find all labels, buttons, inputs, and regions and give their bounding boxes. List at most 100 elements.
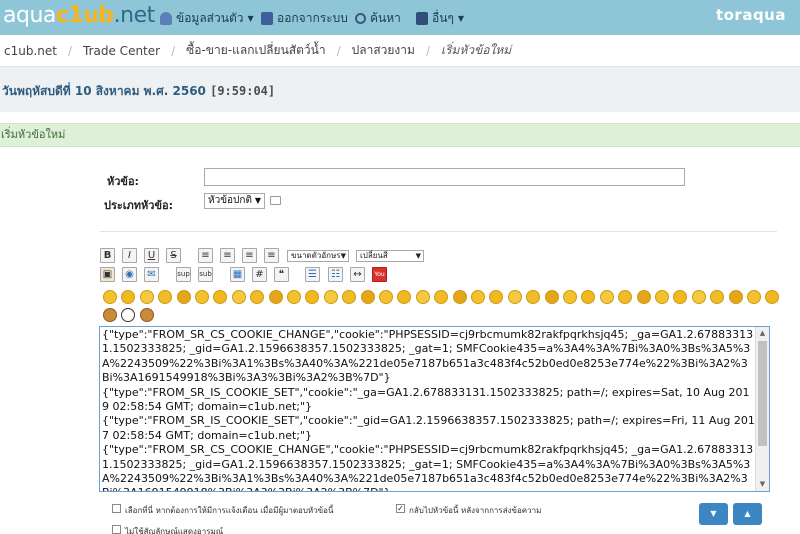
embarrassed-smiley-icon[interactable]	[305, 290, 320, 304]
message-textarea[interactable]: {"type":"FROM_SR_CS_COOKIE_CHANGE","cook…	[99, 326, 770, 492]
sleepy-smiley-icon[interactable]	[507, 290, 522, 304]
ninja-smiley-icon[interactable]	[599, 290, 614, 304]
align-left-button[interactable]: ≡	[198, 248, 213, 263]
sick-smiley-icon[interactable]	[581, 290, 596, 304]
italic-icon: I	[128, 250, 131, 261]
kiss-smiley-icon[interactable]	[360, 290, 375, 304]
justify-button[interactable]: ≡	[264, 248, 279, 263]
breadcrumb-item-board[interactable]: ซื้อ-ขาย-แลกเปลี่ยนสัตว์น้ำ	[186, 41, 325, 60]
notify-checkbox[interactable]	[112, 504, 121, 513]
yawn-smiley-icon[interactable]	[544, 290, 559, 304]
return-checkbox[interactable]: ✓	[396, 504, 405, 513]
rolleyes-smiley-icon[interactable]	[268, 290, 283, 304]
love-smiley-icon[interactable]	[673, 290, 688, 304]
globe-icon: ◉	[125, 269, 134, 280]
italic-button[interactable]: I	[122, 248, 137, 263]
nav-more[interactable]: อื่นๆ ▼	[416, 9, 464, 27]
cool-smiley-icon[interactable]	[231, 290, 246, 304]
evil-smiley-icon[interactable]	[397, 290, 412, 304]
chevron-down-icon: ▼	[710, 509, 717, 518]
huh-smiley-icon[interactable]	[250, 290, 265, 304]
date-bar: วันพฤหัสบดีที่ 10 สิงหาคม พ.ศ. 2560 [9:5…	[0, 67, 800, 112]
username-link[interactable]: toraqua	[716, 6, 786, 24]
nav-profile-label: ข้อมูลส่วนตัว	[176, 10, 244, 25]
strike-button[interactable]: S	[166, 248, 181, 263]
vertical-scrollbar[interactable]: ▲ ▼	[755, 327, 769, 491]
link-button[interactable]: ◉	[122, 267, 137, 282]
sad-smiley-icon[interactable]	[195, 290, 209, 304]
no-smiley-checkbox[interactable]	[112, 525, 121, 534]
subscript-button[interactable]: sub	[198, 267, 213, 282]
code-button[interactable]: #	[252, 267, 267, 282]
table-button[interactable]: ▦	[230, 267, 245, 282]
breadcrumb-item-trade-center[interactable]: Trade Center	[83, 44, 160, 58]
scroll-up-icon[interactable]: ▲	[756, 327, 769, 340]
collapse-options-button[interactable]: ▲	[733, 503, 762, 525]
horizontal-rule-button[interactable]: ↔	[350, 267, 365, 282]
laugh-smiley-icon[interactable]	[452, 290, 467, 304]
confused-smiley-icon[interactable]	[636, 290, 651, 304]
underline-button[interactable]: U	[144, 248, 159, 263]
dizzy-smiley-icon[interactable]	[563, 290, 577, 304]
align-left-icon: ≡	[201, 250, 210, 261]
scrollbar-thumb[interactable]	[758, 341, 767, 446]
bold-button[interactable]: B	[100, 248, 115, 263]
nav-logout[interactable]: ออกจากระบบ	[261, 9, 348, 27]
nav-search[interactable]: ค้นหา	[355, 9, 401, 27]
chevron-down-icon: ▼	[247, 13, 254, 23]
email-button[interactable]: ✉	[144, 267, 159, 282]
youtube-button[interactable]: You	[372, 267, 387, 282]
scroll-down-icon[interactable]: ▼	[756, 478, 769, 491]
smile-smiley-icon[interactable]	[103, 290, 117, 304]
lipsrsealed-smiley-icon[interactable]	[323, 290, 338, 304]
align-right-button[interactable]: ≡	[242, 248, 257, 263]
align-center-button[interactable]: ≡	[220, 248, 235, 263]
tired-smiley-icon[interactable]	[691, 290, 706, 304]
devil-smiley-icon[interactable]	[618, 290, 633, 304]
undecided-smiley-icon[interactable]	[342, 290, 357, 304]
bold-icon: B	[103, 250, 112, 261]
nav-profile[interactable]: ข้อมูลส่วนตัว ▼	[160, 9, 254, 27]
topic-type-select[interactable]: หัวข้อปกติ ▼	[204, 193, 265, 209]
grin-smiley-icon[interactable]	[158, 290, 173, 304]
poop-smiley-icon[interactable]	[139, 308, 154, 322]
wink-smiley-icon[interactable]	[121, 290, 136, 304]
azn-smiley-icon[interactable]	[415, 290, 430, 304]
horizontal-rule-icon: ↔	[353, 269, 362, 280]
scream-smiley-icon[interactable]	[655, 290, 669, 304]
breadcrumb-item-home[interactable]: c1ub.net	[4, 44, 57, 58]
panda-smiley-icon[interactable]	[121, 308, 136, 322]
cheesy-smiley-icon[interactable]	[139, 290, 154, 304]
superscript-button[interactable]: sup	[176, 267, 191, 282]
wave-smiley-icon[interactable]	[765, 290, 780, 304]
thumbs-smiley-icon[interactable]	[747, 290, 761, 304]
drool-smiley-icon[interactable]	[728, 290, 743, 304]
think-smiley-icon[interactable]	[526, 290, 541, 304]
afro-smiley-icon[interactable]	[434, 290, 449, 304]
list-icon: ☰	[308, 269, 317, 280]
police-smiley-icon[interactable]	[471, 290, 485, 304]
angry-smiley-icon[interactable]	[176, 290, 191, 304]
breadcrumb-separator: /	[425, 43, 430, 58]
font-color-select[interactable]: เปลี่ยนสี ▼	[356, 250, 424, 262]
cry-smiley-icon[interactable]	[379, 290, 393, 304]
image-button[interactable]: ▣	[100, 267, 115, 282]
breadcrumb-item-subboard[interactable]: ปลาสวยงาม	[352, 41, 415, 60]
ordered-list-button[interactable]: ☷	[328, 267, 343, 282]
shocked-smiley-icon[interactable]	[213, 290, 228, 304]
monkey-smiley-icon[interactable]	[103, 308, 117, 322]
image-icon: ▣	[102, 269, 113, 280]
expand-options-button[interactable]: ▼	[699, 503, 728, 525]
list-button[interactable]: ☰	[305, 267, 320, 282]
bored-smiley-icon[interactable]	[710, 290, 725, 304]
quote-button[interactable]: ❝	[274, 267, 289, 282]
nav-logout-label: ออกจากระบบ	[277, 10, 348, 25]
section-title: เริ่มหัวข้อใหม่	[1, 128, 66, 141]
site-logo[interactable]: aqua c1ub .net	[3, 3, 155, 31]
tongue-smiley-icon[interactable]	[287, 290, 301, 304]
subject-input[interactable]	[204, 168, 685, 186]
angel-smiley-icon[interactable]	[489, 290, 504, 304]
quote-icon: ❝	[278, 269, 285, 280]
font-size-select[interactable]: ขนาดตัวอักษร ▼	[287, 250, 349, 262]
current-date: วันพฤหัสบดีที่ 10 สิงหาคม พ.ศ. 2560 [9:5…	[2, 82, 275, 101]
